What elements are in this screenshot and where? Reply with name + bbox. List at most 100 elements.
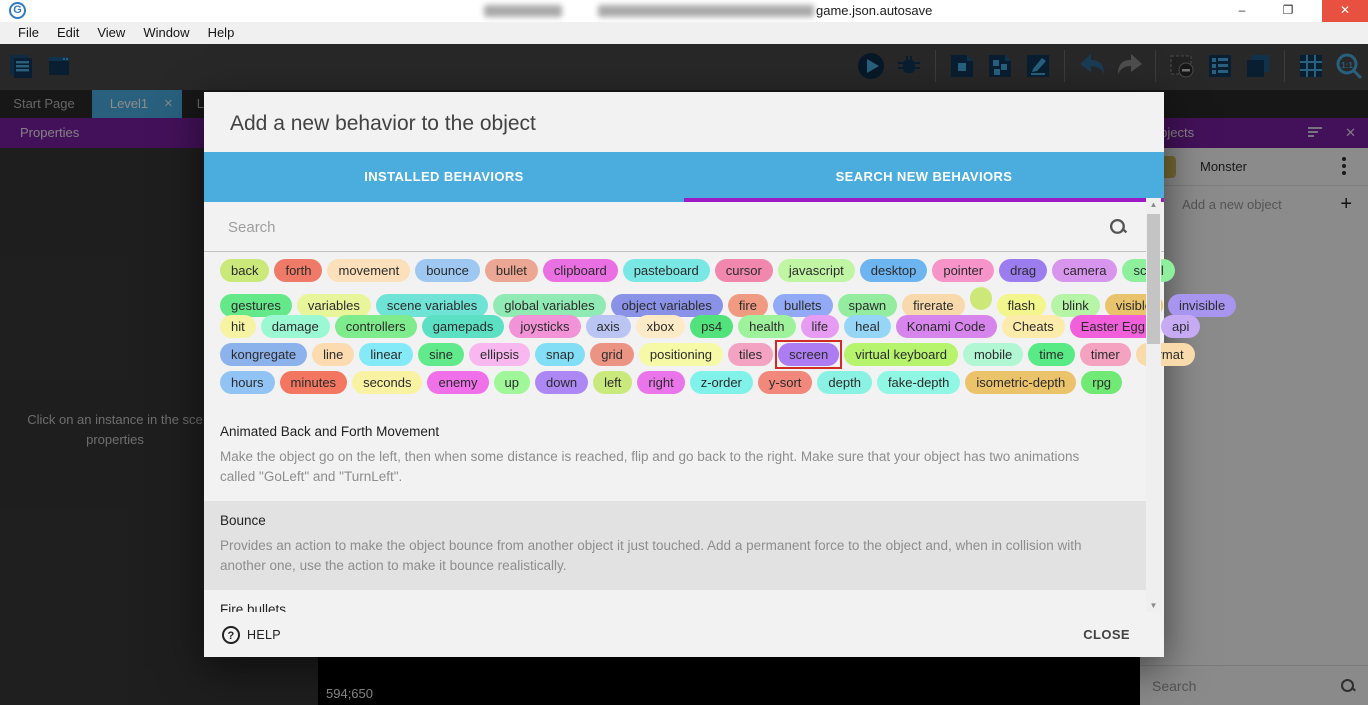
- tag-chip[interactable]: enemy: [427, 371, 488, 394]
- tag-chip[interactable]: y-sort: [758, 371, 813, 394]
- tag-chip[interactable]: z-order: [690, 371, 753, 394]
- tag-chip[interactable]: minutes: [280, 371, 348, 394]
- tag-chip[interactable]: bullets: [773, 294, 833, 317]
- scroll-down-icon[interactable]: ▼: [1146, 599, 1161, 612]
- tag-chip[interactable]: flash: [997, 294, 1046, 317]
- tag-chip[interactable]: line: [312, 343, 354, 366]
- tag-chip[interactable]: right: [637, 371, 684, 394]
- tag-chip[interactable]: positioning: [639, 343, 723, 366]
- title-bar: G game.json.autosave – ❐ ✕: [0, 0, 1368, 22]
- behavior-list: Animated Back and Forth Movement Make th…: [204, 412, 1148, 612]
- tag-chip[interactable]: time: [1028, 343, 1075, 366]
- tag-chip[interactable]: blink: [1051, 294, 1100, 317]
- tag-cloud: backforthmovementbouncebulletclipboardpa…: [220, 259, 1140, 399]
- minimize-button[interactable]: –: [1226, 0, 1258, 22]
- behavior-description: Provides an action to make the object bo…: [220, 536, 1108, 576]
- maximize-button[interactable]: ❐: [1272, 0, 1304, 22]
- tag-chip[interactable]: heal: [844, 315, 891, 338]
- tag-chip[interactable]: gamepads: [422, 315, 505, 338]
- tag-chip[interactable]: Cheats: [1002, 315, 1065, 338]
- gdevelop-logo-icon: G: [9, 2, 26, 19]
- tag-chip[interactable]: scene variables: [376, 294, 488, 317]
- help-icon: ?: [222, 626, 240, 644]
- menu-item[interactable]: Edit: [48, 22, 88, 44]
- tag-chip[interactable]: movement: [327, 259, 410, 282]
- tag-chip[interactable]: javascript: [778, 259, 855, 282]
- tag-chip[interactable]: virtual keyboard: [844, 343, 958, 366]
- scrollbar-thumb[interactable]: [1147, 214, 1160, 344]
- redacted-title-segment: [598, 5, 814, 17]
- behavior-item[interactable]: Animated Back and Forth Movement Make th…: [204, 412, 1148, 501]
- tag-chip[interactable]: hit: [220, 315, 256, 338]
- tag-chip[interactable]: depth: [817, 371, 872, 394]
- tag-chip[interactable]: [970, 287, 992, 310]
- menu-item[interactable]: View: [88, 22, 134, 44]
- tag-chip[interactable]: up: [494, 371, 530, 394]
- tag-chip[interactable]: screen: [778, 343, 839, 366]
- tag-chip[interactable]: Easter Egg: [1070, 315, 1156, 338]
- tab-installed-behaviors[interactable]: INSTALLED BEHAVIORS: [204, 152, 684, 202]
- tag-chip[interactable]: hours: [220, 371, 275, 394]
- tag-chip[interactable]: xbox: [636, 315, 685, 338]
- tag-chip[interactable]: spawn: [838, 294, 898, 317]
- menu-item[interactable]: File: [9, 22, 48, 44]
- tag-chip[interactable]: tiles: [728, 343, 773, 366]
- tag-chip[interactable]: invisible: [1168, 294, 1236, 317]
- dialog-scrollbar[interactable]: ▲ ▼: [1146, 198, 1161, 612]
- tag-chip[interactable]: drag: [999, 259, 1047, 282]
- tag-chip[interactable]: gestures: [220, 294, 292, 317]
- tag-chip[interactable]: snap: [535, 343, 585, 366]
- tag-chip[interactable]: cursor: [715, 259, 773, 282]
- behavior-title: Animated Back and Forth Movement: [220, 424, 1108, 439]
- tag-chip[interactable]: ps4: [690, 315, 733, 338]
- menu-item[interactable]: Window: [134, 22, 198, 44]
- tag-chip[interactable]: joysticks: [509, 315, 580, 338]
- help-button[interactable]: ? HELP: [222, 626, 281, 644]
- tag-chip[interactable]: life: [801, 315, 840, 338]
- tag-chip[interactable]: clipboard: [543, 259, 618, 282]
- tag-chip[interactable]: camera: [1052, 259, 1117, 282]
- tag-chip[interactable]: rpg: [1081, 371, 1122, 394]
- tag-chip[interactable]: damage: [261, 315, 330, 338]
- tag-chip[interactable]: down: [535, 371, 588, 394]
- tag-chip[interactable]: fire: [728, 294, 768, 317]
- close-window-button[interactable]: ✕: [1322, 0, 1368, 22]
- tag-chip[interactable]: format: [1136, 343, 1195, 366]
- tag-chip[interactable]: bounce: [415, 259, 480, 282]
- behavior-item[interactable]: Bounce Provides an action to make the ob…: [204, 501, 1148, 590]
- behavior-search-input[interactable]: [228, 214, 1078, 240]
- tag-chip[interactable]: grid: [590, 343, 634, 366]
- tag-chip[interactable]: fake-depth: [877, 371, 960, 394]
- tag-chip[interactable]: object variables: [611, 294, 723, 317]
- tag-chip[interactable]: controllers: [335, 315, 417, 338]
- tag-chip[interactable]: pasteboard: [623, 259, 710, 282]
- tag-chip[interactable]: health: [738, 315, 795, 338]
- gdevelop-window: G game.json.autosave – ❐ ✕ FileEditViewW…: [0, 0, 1368, 705]
- tag-chip[interactable]: Konami Code: [896, 315, 997, 338]
- tag-chip[interactable]: sine: [418, 343, 464, 366]
- tag-chip[interactable]: firerate: [902, 294, 964, 317]
- tag-chip[interactable]: left: [593, 371, 632, 394]
- scroll-up-icon[interactable]: ▲: [1146, 198, 1161, 211]
- tag-chip[interactable]: mobile: [963, 343, 1023, 366]
- tag-chip[interactable]: api: [1161, 315, 1200, 338]
- tag-chip[interactable]: desktop: [860, 259, 928, 282]
- tag-chip[interactable]: variables: [297, 294, 371, 317]
- tag-chip[interactable]: kongregate: [220, 343, 307, 366]
- tag-chip[interactable]: ellipsis: [469, 343, 530, 366]
- tag-chip[interactable]: global variables: [493, 294, 605, 317]
- close-dialog-button[interactable]: CLOSE: [1075, 619, 1138, 650]
- tag-chip[interactable]: timer: [1080, 343, 1131, 366]
- tab-search-new-behaviors[interactable]: SEARCH NEW BEHAVIORS: [684, 152, 1164, 202]
- behavior-item[interactable]: Fire bullets Allow the object to fire bu…: [204, 590, 1148, 612]
- tag-chip[interactable]: axis: [586, 315, 631, 338]
- window-title: game.json.autosave: [816, 3, 932, 18]
- tag-chip[interactable]: pointer: [932, 259, 994, 282]
- tag-chip[interactable]: linear: [359, 343, 413, 366]
- tag-chip[interactable]: back: [220, 259, 269, 282]
- tag-chip[interactable]: seconds: [352, 371, 422, 394]
- menu-item[interactable]: Help: [199, 22, 244, 44]
- tag-chip[interactable]: isometric-depth: [965, 371, 1076, 394]
- tag-chip[interactable]: bullet: [485, 259, 538, 282]
- tag-chip[interactable]: forth: [274, 259, 322, 282]
